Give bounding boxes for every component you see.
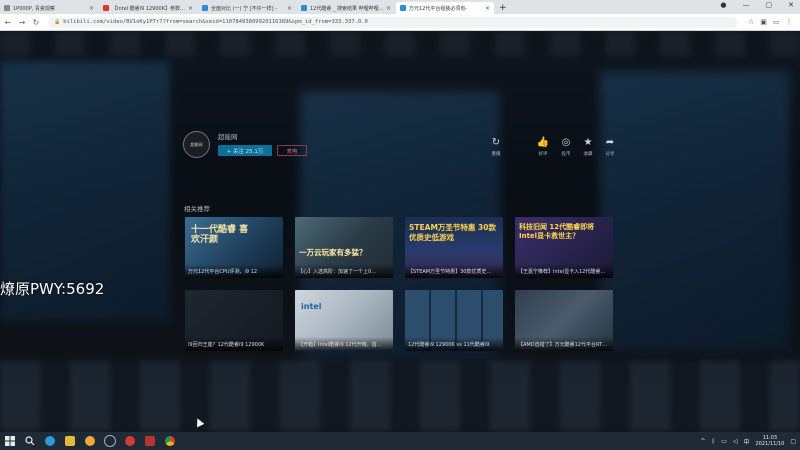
coin-button[interactable]: ◎ 投币 bbox=[556, 137, 576, 158]
related-video-card-5[interactable]: i9回归王座？12代酷睿i9 12900K bbox=[185, 290, 283, 351]
charge-button[interactable]: 充电 bbox=[277, 145, 307, 156]
tab-title: 12代酷睿 _ 搜索结果 哔哩哔哩 - 哔 bbox=[310, 5, 384, 12]
thumbnail-overlay-text: 一万云玩家有多猛？ bbox=[299, 248, 367, 257]
related-video-card-3[interactable]: STEAM万圣节特惠 30款优质史低游戏 【STEAM万圣节特惠】30款优质史.… bbox=[405, 217, 503, 278]
video-caption: 【STEAM万圣节特惠】30款优质史... bbox=[408, 269, 492, 275]
video-caption: 【开箱】Intel酷睿i9 12代开箱，首... bbox=[298, 342, 382, 348]
bookmark-star-icon[interactable]: ☆ bbox=[748, 18, 754, 26]
thumbnail-overlay-text: 十一代酷睿 喜欢汗颜 bbox=[191, 225, 249, 245]
network-icon[interactable]: ▭ bbox=[721, 438, 727, 445]
close-tab-icon[interactable]: × bbox=[188, 5, 193, 12]
favorite-button[interactable]: ★ 收藏 bbox=[578, 137, 598, 158]
avatar[interactable]: 超能网 bbox=[183, 131, 210, 158]
maximize-icon[interactable]: ▢ bbox=[766, 1, 773, 9]
video-caption: 万元12代平台CPU评测，i9 12 bbox=[188, 269, 258, 275]
replay-button[interactable]: ↻ 重播 bbox=[486, 137, 506, 158]
endscreen-actions: ↻ 重播 👍 好评 ◎ 投币 ★ 收藏 ➦ 分享 bbox=[486, 138, 616, 168]
browser-tab-1[interactable]: 1P000P, 青瓷观察 × bbox=[0, 2, 98, 14]
share-button[interactable]: ➦ 分享 bbox=[600, 137, 620, 158]
menu-icon[interactable]: ⋮ bbox=[786, 18, 793, 26]
forward-icon[interactable]: → bbox=[16, 18, 28, 27]
reload-icon[interactable]: ↻ bbox=[30, 18, 42, 27]
browser-tab-2[interactable]: 【Intel 酷睿i9 12900K】参数_报 × bbox=[99, 2, 197, 14]
ime-indicator[interactable]: 中 bbox=[743, 437, 749, 446]
close-tab-icon[interactable]: × bbox=[287, 5, 292, 12]
address-bar[interactable]: 🔒 bilibili.com/video/BV1oKy1P7r7?from=se… bbox=[48, 16, 738, 28]
thumbnail-overlay-text: STEAM万圣节特惠 30款优质史低游戏 bbox=[409, 223, 496, 242]
taskbar-clock[interactable]: 11:03 2021/11/10 bbox=[756, 435, 785, 447]
related-video-card-1[interactable]: 十一代酷睿 喜欢汗颜 万元12代平台CPU评测，i9 12 bbox=[185, 217, 283, 278]
tab-favicon-icon bbox=[400, 5, 406, 11]
close-tab-icon[interactable]: × bbox=[485, 5, 490, 12]
windows-start-icon[interactable] bbox=[0, 432, 20, 450]
close-tab-icon[interactable]: × bbox=[386, 5, 391, 12]
browser-toolbar: ← → ↻ 🔒 bilibili.com/video/BV1oKy1P7r7?f… bbox=[0, 14, 800, 31]
thumbnail-overlay-text: 科技旧闻 12代酷睿即将 Intel显卡救世主？ bbox=[519, 223, 595, 240]
favorite-icon: ★ bbox=[583, 137, 593, 148]
video-caption: 【王嘉宁推荐】Intel显卡入12代酷睿... bbox=[518, 269, 606, 275]
tab-favicon-icon bbox=[4, 5, 10, 11]
profile-icon[interactable]: ● bbox=[720, 1, 726, 9]
browser-tab-4[interactable]: 12代酷睿 _ 搜索结果 哔哩哔哩 - 哔 × bbox=[297, 2, 395, 14]
video-caption: 12代酷睿i9 12900K vs 11代酷睿i9 bbox=[408, 342, 490, 348]
url-text: bilibili.com/video/BV1oKy1P7r7?from=sear… bbox=[63, 19, 368, 25]
cast-icon[interactable]: ▭ bbox=[773, 18, 780, 26]
window-controls: ● — ▢ ✕ bbox=[720, 1, 794, 9]
back-icon[interactable]: ← bbox=[2, 18, 14, 27]
thumbnail-overlay-text: intel bbox=[301, 302, 322, 311]
watermark-text: 燎原PWY:5692 bbox=[0, 280, 105, 298]
netease-music-icon[interactable] bbox=[120, 432, 140, 450]
close-window-icon[interactable]: ✕ bbox=[788, 1, 794, 9]
replay-icon: ↻ bbox=[491, 137, 501, 148]
windows-taskbar: ^ ᛒ ▭ ◁ 中 11:03 2021/11/10 ▢ bbox=[0, 432, 800, 450]
tab-favicon-icon bbox=[301, 5, 307, 11]
browser-tab-5-active[interactable]: 万元12代平台组装必须有- × bbox=[396, 2, 494, 14]
fox-app-icon[interactable] bbox=[80, 432, 100, 450]
uploader-name[interactable]: 超能网 bbox=[218, 131, 307, 141]
system-tray: ^ ᛒ ▭ ◁ 中 11:03 2021/11/10 ▢ bbox=[701, 432, 796, 450]
browser-tab-3[interactable]: 全面对比 (一) 宁 [不许一样] - × bbox=[198, 2, 296, 14]
chrome-icon[interactable] bbox=[160, 432, 180, 450]
share-icon: ➦ bbox=[605, 137, 615, 148]
like-button[interactable]: 👍 好评 bbox=[533, 137, 553, 158]
lock-icon: 🔒 bbox=[54, 19, 61, 25]
tab-title: 1P000P, 青瓷观察 bbox=[13, 5, 55, 12]
extension-icon[interactable]: ▣ bbox=[760, 18, 767, 26]
tab-title: 万元12代平台组装必须有- bbox=[409, 5, 468, 12]
clock-date: 2021/11/10 bbox=[755, 441, 785, 447]
uploader-panel: 超能网 超能网 + 关注 25.1万 充电 bbox=[183, 131, 307, 158]
related-section-title: 相关推荐 bbox=[184, 205, 210, 213]
tray-chevron-icon[interactable]: ^ bbox=[701, 438, 706, 445]
video-caption: 【心】入选高阶：加速了一个上0... bbox=[298, 269, 376, 275]
follow-button[interactable]: + 关注 25.1万 bbox=[218, 145, 272, 156]
related-videos-grid: 十一代酷睿 喜欢汗颜 万元12代平台CPU评测，i9 12 一万云玩家有多猛？ … bbox=[185, 217, 615, 351]
notification-icon[interactable]: ▢ bbox=[790, 438, 796, 445]
related-video-card-8[interactable]: 【AMD选错了】万元酷睿12代平台RTX 3... bbox=[515, 290, 613, 351]
related-video-card-6[interactable]: intel 【开箱】Intel酷睿i9 12代开箱，首... bbox=[295, 290, 393, 351]
new-tab-button[interactable]: + bbox=[499, 2, 507, 14]
tab-title: 全面对比 (一) 宁 [不许一样] - bbox=[211, 5, 277, 12]
file-explorer-icon[interactable] bbox=[60, 432, 80, 450]
coin-icon: ◎ bbox=[561, 137, 571, 148]
steam-icon[interactable] bbox=[100, 432, 120, 450]
minimize-icon[interactable]: — bbox=[743, 1, 750, 9]
volume-icon[interactable]: ◁ bbox=[733, 438, 738, 445]
tab-favicon-icon bbox=[202, 5, 208, 11]
video-caption: 【AMD选错了】万元酷睿12代平台RTX 3... bbox=[518, 342, 610, 348]
search-icon[interactable] bbox=[20, 432, 40, 450]
related-video-card-2[interactable]: 一万云玩家有多猛？ 【心】入选高阶：加速了一个上0... bbox=[295, 217, 393, 278]
close-tab-icon[interactable]: × bbox=[89, 5, 94, 12]
browser-tab-strip: 1P000P, 青瓷观察 × 【Intel 酷睿i9 12900K】参数_报 ×… bbox=[0, 0, 800, 14]
related-video-card-7[interactable]: 12代酷睿i9 12900K vs 11代酷睿i9 bbox=[405, 290, 503, 351]
bluetooth-icon[interactable]: ᛒ bbox=[712, 438, 716, 445]
edge-icon[interactable] bbox=[40, 432, 60, 450]
tab-favicon-icon bbox=[103, 5, 109, 11]
like-icon: 👍 bbox=[536, 137, 550, 148]
bilibili-app-icon[interactable] bbox=[140, 432, 160, 450]
video-caption: i9回归王座？12代酷睿i9 12900K bbox=[188, 342, 265, 348]
tab-title: 【Intel 酷睿i9 12900K】参数_报 bbox=[112, 5, 186, 12]
related-video-card-4[interactable]: 科技旧闻 12代酷睿即将 Intel显卡救世主？ 【王嘉宁推荐】Intel显卡入… bbox=[515, 217, 613, 278]
